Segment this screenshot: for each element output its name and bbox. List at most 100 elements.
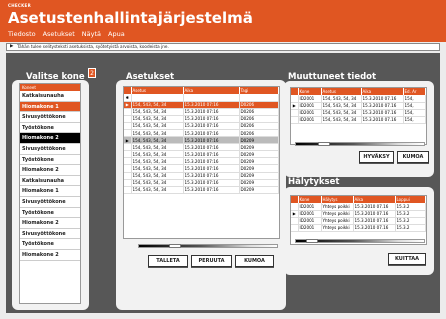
table-row[interactable]: ▶ ID2001 Yhteys poikki 15.3.2010 07.16 15.3.… [291,210,426,218]
table-row[interactable]: ID2001 154, 543, 54, 34 15.3.2010 07.16 154… [291,109,426,117]
menu-item-file[interactable]: Tiedosto [8,30,36,38]
table-row[interactable]: ▶ 154, 543, 54, 34 15.3.2010 07:16 D0209 [124,136,279,145]
alerts-table: Kone Hälytys Aika Loppui ID2001 Yhteys po… [290,195,427,245]
machine-list-item[interactable]: Hiomakone 2 [20,218,80,229]
machine-list-item[interactable]: Hiomakone 2 [20,165,80,176]
info-text: Tähän tulee selitysteksti asetuksista, s… [17,44,169,49]
table-row[interactable]: ID2001 Yhteys poikki 15.3.2010 07.16 15.3.2 [291,224,426,232]
row-selector-icon[interactable] [291,116,299,124]
row-selector-icon[interactable] [124,186,132,194]
table-row[interactable]: ID2001 154, 543, 54, 34 15.3.2010 07.16 154… [291,95,426,103]
machine-list-item[interactable]: Katkaisunauha [20,176,80,187]
table-row[interactable]: 154, 543, 54, 34 15.3.2010 07:16 D0209 [124,164,279,173]
table-cell: D0206 [239,122,279,130]
alerts-scrollbar[interactable] [295,239,425,243]
table-cell: 15.3.2010 07:16 [183,108,240,116]
machine-list-item[interactable]: Sivusyöttökone [20,229,80,240]
table-row[interactable]: ▶ 154, 543, 54, 34 15.3.2010 07:16 D0206 [124,101,279,109]
changes-col-previous[interactable]: Ed. Ar [403,88,426,95]
row-selector-icon[interactable] [124,157,132,166]
table-cell: 15.3.2010 07:16 [183,150,240,159]
changes-scrollbar[interactable] [295,142,425,146]
row-selector-icon[interactable] [124,179,132,187]
row-selector-icon[interactable] [124,143,132,152]
row-selector-icon[interactable]: ▶ [291,210,299,218]
machine-list-item[interactable]: Työstökone [20,123,80,134]
machine-list-item[interactable]: Työstökone [20,208,80,219]
table-row[interactable]: ▶ ID2001 154, 543, 54, 34 15.3.2010 07.16 15… [291,102,426,110]
alerts-col-ended[interactable]: Loppui [395,196,426,203]
row-selector-icon[interactable]: ▶ [291,102,299,110]
table-row[interactable]: ID2001 Yhteys poikki 15.3.2010 07.16 15.3.2 [291,217,426,225]
machine-list-item[interactable]: Sivusyöttökone [20,112,80,123]
cancel-button[interactable]: PERUUTA [191,255,232,267]
table-cell: 15.3.2 [395,217,426,225]
table-row[interactable]: ✱ [124,94,279,102]
row-selector-icon[interactable] [124,115,132,123]
alerts-scroll-handle[interactable] [306,239,318,243]
row-selector-icon[interactable] [124,108,132,116]
row-selector-icon[interactable] [124,122,132,130]
table-row[interactable]: 154, 543, 54, 34 15.3.2010 07:16 D0209 [124,143,279,152]
table-cell: 15.3.2010 07.16 [361,116,404,124]
table-row[interactable]: 154, 543, 54, 34 15.3.2010 07:16 D0209 [124,186,279,194]
table-row[interactable]: 154, 543, 54, 34 15.3.2010 07:16 D0209 [124,179,279,187]
machine-list-item[interactable]: Hiomakone 1 [20,186,80,197]
table-row[interactable]: ID2001 Yhteys poikki 15.3.2010 07.16 15.3.2 [291,203,426,211]
settings-scroll-handle[interactable] [169,244,181,248]
menu-item-view[interactable]: Näytä [82,30,101,38]
acknowledge-button[interactable]: KUITTAA [388,253,426,265]
settings-col-tag[interactable]: Tagi [239,87,279,94]
row-selector-icon[interactable]: ▶ [124,101,132,109]
save-button[interactable]: TALLETA [148,255,188,267]
row-selector-icon[interactable] [291,95,299,103]
table-row[interactable]: 154, 543, 54, 34 15.3.2010 07:16 D0209 [124,157,279,166]
menu-item-settings[interactable]: Asetukset [43,30,75,38]
machine-list-item[interactable]: Hiomakone 1 [20,101,80,113]
machine-list-item[interactable]: Työstökone [20,155,80,166]
row-selector-icon[interactable] [124,129,132,138]
machine-list-item[interactable]: Hiomakone 2 [20,133,80,144]
alerts-col-machine[interactable]: Kone [298,196,322,203]
row-selector-icon[interactable] [291,224,299,232]
machine-list-item[interactable]: Hiomakone 2 [20,250,80,261]
row-selector-icon[interactable] [291,109,299,117]
row-selector-icon[interactable]: ✱ [124,94,132,102]
changes-table: Kone Asetus Aika Ed. Ar ID2001 154, 543, … [290,87,427,145]
alerts-col-alert[interactable]: Hälytys [321,196,354,203]
row-selector-icon[interactable] [291,217,299,225]
changes-col-machine[interactable]: Kone [298,88,322,95]
table-row[interactable]: 154, 543, 54, 34 15.3.2010 07:16 D0209 [124,150,279,159]
settings-col-time[interactable]: Aika [183,87,240,94]
machine-list-item[interactable]: Katkaisunauha [20,91,80,102]
machine-list-item[interactable]: Työstökone [20,239,80,250]
row-selector-icon[interactable] [124,164,132,173]
machine-list-item[interactable]: Sivusyöttökone [20,197,80,208]
changes-scroll-handle[interactable] [318,142,330,146]
row-selector-icon[interactable] [124,150,132,159]
table-row[interactable]: 154, 543, 54, 34 15.3.2010 07:16 D0206 [124,122,279,130]
changes-col-selector [291,88,299,95]
table-cell: Yhteys poikki [321,210,354,218]
table-row[interactable]: 154, 543, 54, 34 15.3.2010 07:16 D0209 [124,172,279,180]
settings-col-setting[interactable]: Asetus [131,87,184,94]
machine-list-item[interactable]: Sivusyöttökone [20,144,80,155]
changes-col-setting[interactable]: Asetus [321,88,362,95]
undo-settings-button[interactable]: KUMOA [235,255,274,267]
table-cell: 15.3.2010 07:16 [183,157,240,166]
table-row[interactable]: 154, 543, 54, 34 15.3.2010 07:16 D0206 [124,115,279,123]
settings-scrollbar[interactable] [138,244,278,248]
row-selector-icon[interactable] [291,203,299,211]
accept-button[interactable]: HYVÄKSY [359,151,394,163]
table-row[interactable]: ID2001 154, 543, 54, 34 15.3.2010 07.16 154… [291,116,426,124]
undo-changes-button[interactable]: KUMOA [397,151,429,163]
alerts-col-time[interactable]: Aika [353,196,396,203]
table-cell: 154, 543, 54, 34 [131,101,184,109]
changes-col-time[interactable]: Aika [361,88,404,95]
row-selector-icon[interactable] [124,172,132,180]
table-row[interactable]: 154, 543, 54, 34 15.3.2010 07:16 D0206 [124,129,279,138]
table-row[interactable]: 154, 543, 54, 34 15.3.2010 07:16 D0206 [124,108,279,116]
menu-item-help[interactable]: Apua [108,30,125,38]
table-cell: 154, 543, 54, 34 [131,129,184,138]
row-selector-icon[interactable]: ▶ [124,136,132,145]
